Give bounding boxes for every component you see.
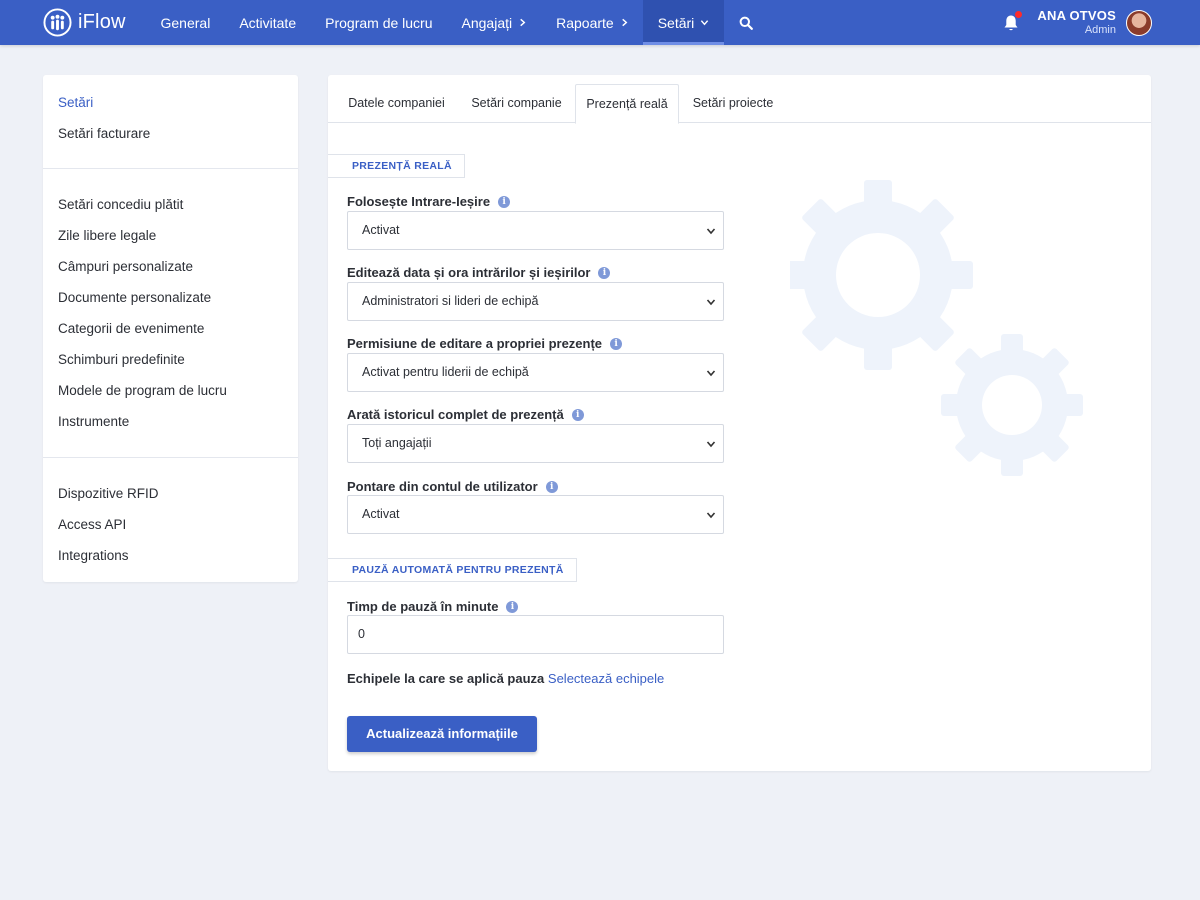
tab-prezenta-reala[interactable]: Prezență reală [575,84,679,124]
info-icon[interactable]: i [598,266,611,279]
field-label-text: Timp de pauză în minute [347,599,499,614]
avatar[interactable] [1126,9,1152,36]
tab-setari-companie[interactable]: Setări companie [460,84,573,123]
field-label-text: Folosește Intrare-Ieșire [347,194,491,209]
user-area: ANA OTVOS Admin [1003,0,1152,45]
field-label-permisiune-editare: Permisiune de editare a propriei prezenț… [347,336,623,351]
select-istoric-prezenta[interactable]: Toți angajații [347,424,724,463]
select-intrare-iesire[interactable]: Activat [347,211,724,250]
field-label-text: Editează data și ora intrărilor și ieșir… [347,265,591,280]
info-icon[interactable]: i [498,195,511,208]
info-icon[interactable]: i [610,337,623,350]
field-label-text: Pontare din contul de utilizator [347,479,538,494]
select-value: Activat [362,507,400,521]
select-value: Toți angajații [362,436,432,450]
chevron-right-icon [621,18,628,27]
select-editeaza-data[interactable]: Administratori si lideri de echipă [347,282,724,321]
nav-search-button[interactable] [724,0,768,45]
chevron-down-icon [706,512,716,519]
user-info[interactable]: ANA OTVOS Admin [1037,8,1116,36]
gear-icon [790,180,1083,476]
field-label-editeaza-data: Editează data și ora intrărilor și ieșir… [347,265,611,280]
field-label-intrare-iesire: Folosește Intrare-Ieșire i [347,194,511,209]
select-teams-link[interactable]: Selectează echipele [548,671,664,686]
select-value: Activat [362,223,400,237]
nav-general-label: General [160,14,211,31]
info-icon[interactable]: i [506,600,519,613]
field-label-text: Arată istoricul complet de prezență [347,407,564,422]
nav-program-de-lucru[interactable]: Program de lucru [311,0,447,45]
chevron-down-icon [701,20,709,26]
field-label-timp-pauza: Timp de pauză în minute i [347,599,519,614]
teams-label: Echipele la care se aplică pauza [347,671,545,686]
app-logo[interactable]: iFlow [43,7,126,37]
nav-program-label: Program de lucru [325,14,433,31]
chevron-down-icon [706,370,716,377]
sidebar-divider [43,457,298,458]
sidebar-item-schimburi-predefinite[interactable]: Schimburi predefinite [58,352,185,367]
select-permisiune-editare[interactable]: Activat pentru liderii de echipă [347,353,724,392]
notification-badge [1015,10,1023,18]
user-role: Admin [1084,23,1116,36]
sidebar-item-documente-personalizate[interactable]: Documente personalizate [58,290,211,305]
nav-angajati-label: Angajați [461,14,513,31]
select-pontare[interactable]: Activat [347,495,724,534]
tab-setari-proiecte[interactable]: Setări proiecte [681,84,785,123]
sidebar-item-zile-libere[interactable]: Zile libere legale [58,228,156,243]
sidebar-item-concediu-platit[interactable]: Setări concediu plătit [58,197,183,212]
nav-setari[interactable]: Setări [643,0,724,45]
nav-rapoarte[interactable]: Rapoarte [542,0,644,45]
chevron-right-icon [520,18,526,27]
user-name: ANA OTVOS [1037,8,1116,24]
select-value: Activat pentru liderii de echipă [362,365,529,379]
sidebar-divider [43,168,298,169]
info-icon[interactable]: i [571,408,584,421]
search-icon [739,16,753,30]
nav-activitate[interactable]: Activitate [225,0,311,45]
logo-icon [43,7,72,37]
field-label-istoric-prezenta: Arată istoricul complet de prezență i [347,407,584,422]
chevron-down-icon [706,441,716,448]
chevron-down-icon [706,299,716,306]
nav-activitate-label: Activitate [239,14,297,31]
section-heading-prezenta: PREZENȚĂ REALĂ [328,154,465,178]
nav-setari-label: Setări [657,14,695,31]
pause-minutes-input[interactable]: 0 [347,615,724,654]
sidebar-item-setari[interactable]: Setări [58,95,93,110]
sidebar-item-instrumente[interactable]: Instrumente [58,414,129,429]
update-button[interactable]: Actualizează informațiile [347,716,537,752]
settings-card: Datele companiei Setări companie Prezenț… [328,75,1151,771]
info-icon[interactable]: i [545,480,558,493]
app-name: iFlow [78,10,126,33]
sidebar-item-categorii-evenimente[interactable]: Categorii de evenimente [58,321,204,336]
sidebar-item-setari-facturare[interactable]: Setări facturare [58,126,150,141]
main-nav: General Activitate Program de lucru Anga… [146,0,768,45]
settings-tabs: Datele companiei Setări companie Prezenț… [328,84,1151,124]
chevron-down-icon [706,228,716,235]
notifications-button[interactable] [1003,10,1023,32]
select-value: Administratori si lideri de echipă [362,294,539,308]
field-label-text: Permisiune de editare a propriei prezenț… [347,336,603,351]
teams-row: Echipele la care se aplică pauza Selecte… [347,671,664,686]
field-label-pontare: Pontare din contul de utilizator i [347,479,558,494]
settings-sidebar: Setări Setări facturare Setări concediu … [43,75,298,582]
sidebar-item-access-api[interactable]: Access API [58,517,126,532]
nav-rapoarte-label: Rapoarte [556,14,614,31]
top-navigation-bar: iFlow General Activitate Program de lucr… [0,0,1200,45]
nav-angajati[interactable]: Angajați [447,0,542,45]
sidebar-item-campuri-personalizate[interactable]: Câmpuri personalizate [58,259,193,274]
nav-general[interactable]: General [146,0,225,45]
tab-datele-companiei[interactable]: Datele companiei [336,84,457,123]
sidebar-item-integrations[interactable]: Integrations [58,548,129,563]
section-heading-pauza: PAUZĂ AUTOMATĂ PENTRU PREZENȚĂ [328,558,577,582]
sidebar-item-modele-program[interactable]: Modele de program de lucru [58,383,227,398]
sidebar-item-dispozitive-rfid[interactable]: Dispozitive RFID [58,486,159,501]
